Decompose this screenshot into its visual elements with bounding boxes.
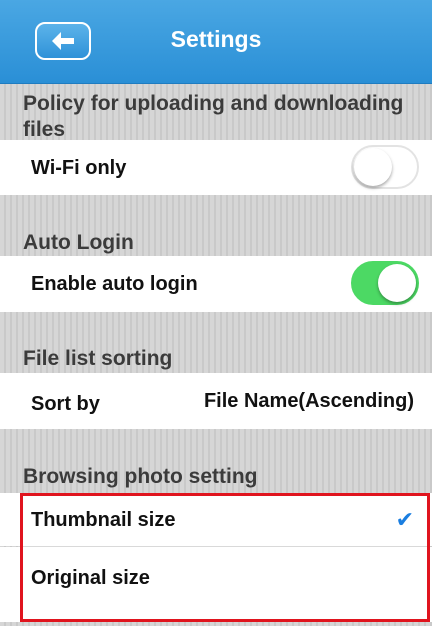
nav-bar: Settings — [0, 0, 432, 84]
section-header-file-sorting: File list sorting — [23, 347, 173, 370]
row-thumbnail-size[interactable]: Thumbnail size ✔ — [0, 493, 432, 546]
row-enable-auto-login: Enable auto login — [0, 256, 432, 312]
original-size-label: Original size — [31, 567, 150, 589]
checkmark-icon: ✔ — [395, 507, 414, 532]
sort-by-label: Sort by — [31, 393, 100, 415]
row-sort-by[interactable]: Sort by File Name(Ascending) — [0, 373, 432, 429]
section-header-upload-policy: Policy for uploading and downloading fil… — [23, 92, 404, 141]
toggle-knob — [378, 264, 416, 302]
thumbnail-size-label: Thumbnail size — [31, 509, 176, 531]
wifi-only-label: Wi-Fi only — [31, 157, 127, 179]
section-header-photo-setting: Browsing photo setting — [23, 465, 258, 488]
page-title: Settings — [170, 26, 262, 52]
sort-by-value: File Name(Ascending) — [203, 390, 414, 412]
enable-auto-login-label: Enable auto login — [31, 273, 198, 295]
auto-login-toggle[interactable] — [351, 261, 419, 305]
row-original-size[interactable]: Original size — [0, 547, 432, 622]
section-header-auto-login: Auto Login — [23, 231, 134, 254]
wifi-only-toggle[interactable] — [351, 145, 419, 189]
row-wifi-only: Wi-Fi only — [0, 140, 432, 195]
toggle-knob — [354, 148, 392, 186]
